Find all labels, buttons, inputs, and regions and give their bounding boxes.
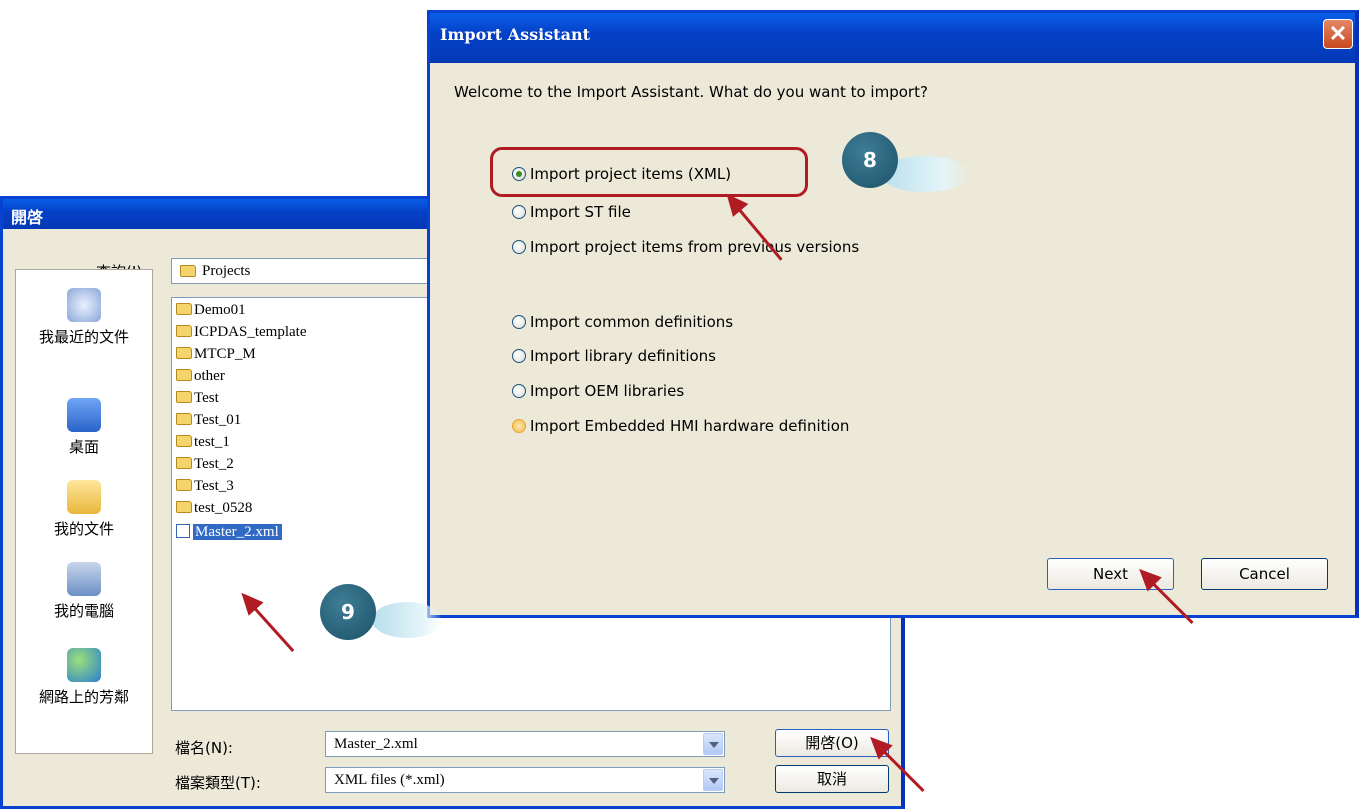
file-name: other: [194, 368, 225, 384]
filename-field[interactable]: Master_2.xml: [325, 731, 725, 757]
folder-icon: [176, 303, 192, 315]
file-name: Test_3: [194, 478, 234, 494]
folder-icon: [176, 369, 192, 381]
import-prompt: Welcome to the Import Assistant. What do…: [454, 83, 928, 101]
list-item[interactable]: Test_2: [176, 456, 234, 476]
places-documents[interactable]: 我的文件: [16, 480, 152, 539]
option-import-library[interactable]: Import library definitions: [512, 347, 716, 369]
import-assistant-dialog: Import Assistant ✕ Welcome to the Import…: [427, 10, 1359, 618]
option-label: Import ST file: [530, 203, 631, 221]
places-recent[interactable]: 我最近的文件: [16, 288, 152, 347]
option-label: Import library definitions: [530, 347, 716, 365]
file-name: test_1: [194, 434, 230, 450]
folder-icon: [176, 435, 192, 447]
open-dialog-title: 開啓: [11, 208, 44, 227]
places-label: 網路上的芳鄰: [38, 688, 129, 706]
folder-icon: [180, 265, 196, 277]
places-label: 我最近的文件: [38, 328, 129, 346]
places-label: 我的文件: [53, 520, 114, 538]
list-item[interactable]: ICPDAS_template: [176, 324, 307, 344]
step-8-badge: 8: [842, 132, 898, 188]
folder-icon: [176, 347, 192, 359]
my-computer-icon: [67, 562, 101, 596]
file-name: ICPDAS_template: [194, 324, 307, 340]
file-name: MTCP_M: [194, 346, 256, 362]
list-item[interactable]: test_0528: [176, 500, 252, 520]
import-dialog-titlebar[interactable]: Import Assistant ✕: [430, 13, 1355, 63]
list-item[interactable]: other: [176, 368, 225, 388]
radio-icon: [512, 240, 526, 254]
cancel-button[interactable]: 取消: [775, 765, 889, 793]
list-item[interactable]: MTCP_M: [176, 346, 256, 366]
option-label: Import Embedded HMI hardware definition: [530, 417, 850, 435]
chevron-down-icon[interactable]: [703, 733, 723, 755]
desktop-icon: [67, 398, 101, 432]
highlight-box: [490, 147, 808, 197]
filename-label: 檔名(N):: [175, 739, 233, 757]
cancel-import-button[interactable]: Cancel: [1201, 558, 1328, 590]
step-9-badge: 9: [320, 584, 376, 640]
list-item[interactable]: Test: [176, 390, 219, 410]
file-name: Demo01: [194, 302, 246, 318]
file-name: Test_2: [194, 456, 234, 472]
list-item-selected[interactable]: Master_2.xml: [176, 524, 282, 544]
folder-icon: [176, 457, 192, 469]
option-label: Import common definitions: [530, 313, 734, 331]
folder-icon: [176, 391, 192, 403]
option-import-st[interactable]: Import ST file: [512, 203, 631, 225]
places-computer[interactable]: 我的電腦: [16, 562, 152, 621]
xml-file-icon: [176, 524, 190, 538]
filetype-select[interactable]: XML files (*.xml): [325, 767, 725, 793]
places-desktop[interactable]: 桌面: [16, 398, 152, 457]
list-item[interactable]: test_1: [176, 434, 230, 454]
radio-icon: [512, 205, 526, 219]
places-network[interactable]: 網路上的芳鄰: [16, 648, 152, 707]
filename-value: Master_2.xml: [334, 736, 418, 752]
network-places-icon: [67, 648, 101, 682]
folder-icon: [176, 325, 192, 337]
places-bar: 我最近的文件 桌面 我的文件 我的電腦 網路上的芳鄰: [15, 269, 153, 754]
folder-icon: [176, 501, 192, 513]
radio-hover-icon: [512, 419, 526, 433]
option-import-oem[interactable]: Import OEM libraries: [512, 382, 684, 404]
file-name: Test: [194, 390, 219, 406]
file-name: Master_2.xml: [193, 524, 282, 540]
list-item[interactable]: Test_3: [176, 478, 234, 498]
file-name: test_0528: [194, 500, 253, 516]
filetype-label: 檔案類型(T):: [175, 774, 261, 792]
radio-icon: [512, 384, 526, 398]
option-label: Import project items from previous versi…: [530, 238, 860, 256]
lookin-value: Projects: [202, 263, 251, 279]
callout-swoosh: [372, 602, 442, 638]
list-item[interactable]: Demo01: [176, 302, 246, 322]
folder-icon: [176, 413, 192, 425]
lookin-combo[interactable]: Projects: [171, 258, 431, 284]
import-dialog-title: Import Assistant: [440, 25, 590, 44]
file-name: Test_01: [194, 412, 242, 428]
places-label: 桌面: [68, 438, 99, 456]
close-button[interactable]: ✕: [1323, 19, 1353, 49]
list-item[interactable]: Test_01: [176, 412, 241, 432]
filetype-value: XML files (*.xml): [334, 772, 445, 788]
radio-icon: [512, 349, 526, 363]
recent-documents-icon: [67, 288, 101, 322]
option-import-previous[interactable]: Import project items from previous versi…: [512, 238, 859, 260]
close-icon: ✕: [1328, 21, 1348, 47]
chevron-down-icon[interactable]: [703, 769, 723, 791]
option-label: Import OEM libraries: [530, 382, 685, 400]
radio-icon: [512, 315, 526, 329]
folder-icon: [176, 479, 192, 491]
places-label: 我的電腦: [53, 602, 114, 620]
option-import-hmi[interactable]: Import Embedded HMI hardware definition: [512, 417, 849, 439]
option-import-common[interactable]: Import common definitions: [512, 313, 733, 335]
my-documents-icon: [67, 480, 101, 514]
